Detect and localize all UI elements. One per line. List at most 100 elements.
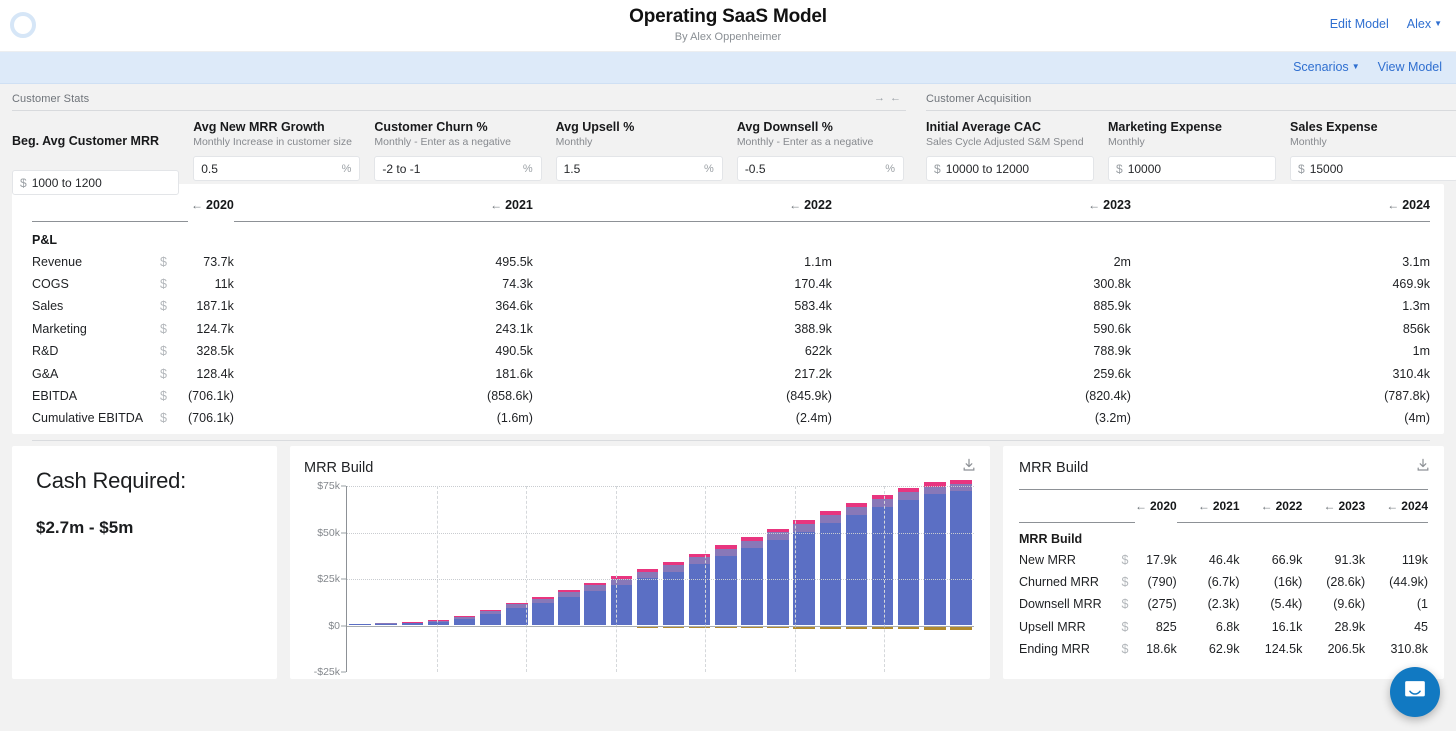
- pl-table-body: P&L Revenue $ 73.7k 495.5k 1.1m 2m 3.1m …: [32, 221, 1430, 430]
- table-row[interactable]: Upsell MRR $ 825 6.8k 16.1k 28.9k 45: [1019, 616, 1428, 638]
- user-menu-label: Alex: [1406, 17, 1432, 31]
- percent-suffix: %: [522, 162, 533, 175]
- mrr-table-title: MRR Build: [1019, 460, 1089, 476]
- edit-model-link[interactable]: Edit Model: [1330, 17, 1389, 31]
- table-row[interactable]: Churned MRR $ (790) (6.7k) (16k) (28.6k)…: [1019, 571, 1428, 593]
- currency-symbol: $: [160, 344, 167, 359]
- year-label: 2023: [1338, 498, 1366, 513]
- table-row[interactable]: Downsell MRR $ (275) (2.3k) (5.4k) (9.6k…: [1019, 593, 1428, 615]
- chart-bar-segment: [897, 499, 920, 626]
- left-arrow-icon: ←: [1197, 498, 1210, 513]
- cell-value: 825: [1155, 619, 1177, 634]
- mrr-build-chart[interactable]: $75k $50k $25k $0 -$25k: [304, 479, 976, 678]
- cell-value: (6.7k): [1207, 575, 1240, 590]
- chart-bar-segment: [845, 506, 868, 515]
- mrr-year-2021[interactable]: ← 2021: [1177, 489, 1240, 522]
- mrr-build-table-card: MRR Build ← 2020 ← 2021 ← 2022 ← 2023 ← …: [1003, 446, 1444, 679]
- cell-value: 119k: [1401, 553, 1428, 568]
- table-row[interactable]: COGS $ 11k 74.3k 170.4k 300.8k 469.9k: [32, 273, 1430, 295]
- cell-value: 788.9k: [1093, 344, 1131, 359]
- currency-symbol: $: [1121, 619, 1129, 634]
- cell-value: 181.6k: [495, 366, 533, 381]
- mrr-year-2022[interactable]: ← 2022: [1240, 489, 1303, 522]
- cell-value: 66.9k: [1271, 553, 1303, 568]
- year-label: 2022: [1275, 498, 1303, 513]
- row-label: R&D: [32, 344, 59, 359]
- cell-value: 885.9k: [1093, 299, 1131, 314]
- input-sales-expense[interactable]: $ 15000: [1290, 156, 1456, 181]
- cell-value: 74.3k: [502, 277, 533, 292]
- download-icon[interactable]: [1416, 458, 1430, 472]
- cell-value: 622k: [804, 344, 832, 359]
- download-icon[interactable]: [962, 458, 976, 472]
- input-initial-average-cac[interactable]: $ 10000 to 12000: [926, 156, 1094, 181]
- row-label: EBITDA: [32, 389, 78, 404]
- input-value: 10000: [1127, 161, 1162, 176]
- input-customer-churn[interactable]: -2 to -1 %: [374, 156, 542, 181]
- table-row[interactable]: New MRR $ 17.9k 46.4k 66.9k 91.3k 119k: [1019, 549, 1428, 571]
- cell-value: 1.1m: [804, 254, 832, 269]
- field-sublabel: [12, 150, 179, 163]
- chart-vgridline: [615, 486, 617, 672]
- chart-title: MRR Build: [304, 460, 374, 476]
- currency-symbol: $: [160, 366, 167, 381]
- table-row[interactable]: Cumulative EBITDA $ (706.1k) (1.6m) (2.4…: [32, 407, 1430, 429]
- row-label: Revenue: [32, 254, 83, 269]
- left-arrow-icon: ←: [1323, 498, 1336, 513]
- input-beg-avg-customer-mrr[interactable]: $ 1000 to 1200: [12, 170, 180, 195]
- scenarios-dropdown[interactable]: Scenarios ▼: [1293, 60, 1360, 74]
- table-row[interactable]: Sales $ 187.1k 364.6k 583.4k 885.9k 1.3m: [32, 295, 1430, 317]
- sub-toolbar: Scenarios ▼ View Model: [0, 52, 1456, 84]
- cell-value: (790): [1147, 575, 1177, 590]
- chart-bar-segment: [479, 613, 502, 626]
- table-row[interactable]: Revenue $ 73.7k 495.5k 1.1m 2m 3.1m: [32, 251, 1430, 273]
- collapse-arrows-icon[interactable]: → ←: [874, 92, 902, 104]
- user-menu[interactable]: Alex ▼: [1407, 17, 1442, 31]
- divider: [12, 110, 906, 111]
- table-row[interactable]: Marketing $ 124.7k 243.1k 388.9k 590.6k …: [32, 318, 1430, 340]
- table-row[interactable]: G&A $ 128.4k 181.6k 217.2k 259.6k 310.4k: [32, 362, 1430, 384]
- mrr-year-2023[interactable]: ← 2023: [1302, 489, 1365, 522]
- currency-symbol: $: [160, 299, 167, 314]
- mrr-year-2020[interactable]: ← 2020: [1135, 489, 1177, 522]
- cell-value: 2m: [1113, 254, 1131, 269]
- mrr-section-row: MRR Build: [1019, 523, 1428, 550]
- view-model-link[interactable]: View Model: [1378, 60, 1442, 74]
- chart-bar-segment: [584, 590, 606, 626]
- cell-value: 62.9k: [1208, 641, 1240, 656]
- inputs-section: Customer Stats → ← Beg. Avg Customer MRR…: [0, 84, 1456, 195]
- field-customer-churn: Customer Churn % Monthly - Enter as a ne…: [374, 120, 555, 195]
- input-avg-upsell[interactable]: 1.5 %: [555, 156, 723, 181]
- input-avg-downsell[interactable]: -0.5 %: [736, 156, 905, 181]
- cash-required-card: Cash Required: $2.7m - $5m: [12, 446, 277, 679]
- customer-acquisition-group: Customer Acquisition Initial Average CAC…: [918, 84, 1456, 181]
- table-row[interactable]: R&D $ 328.5k 490.5k 622k 788.9k 1m: [32, 340, 1430, 362]
- chart-y-tick-label: $25k: [317, 573, 340, 585]
- mrr-year-2024[interactable]: ← 2024: [1365, 489, 1428, 522]
- cell-value: 91.3k: [1334, 553, 1366, 568]
- cell-value: 328.5k: [196, 344, 234, 359]
- table-row[interactable]: Ending MRR $ 18.6k 62.9k 124.5k 206.5k 3…: [1019, 638, 1428, 660]
- row-label: Upsell MRR: [1019, 619, 1086, 634]
- ring-logo-icon[interactable]: [10, 12, 36, 38]
- chart-bar-segment: [767, 539, 789, 626]
- table-row[interactable]: EBITDA $ (706.1k) (858.6k) (845.9k) (820…: [32, 385, 1430, 407]
- row-label: Downsell MRR: [1019, 597, 1102, 612]
- field-sales-expense: Sales Expense Monthly $ 15000: [1290, 120, 1456, 181]
- percent-suffix: %: [341, 162, 352, 175]
- customer-stats-group: Customer Stats → ← Beg. Avg Customer MRR…: [0, 84, 918, 195]
- intercom-launcher[interactable]: [1390, 667, 1440, 717]
- pl-year-2024[interactable]: ← 2024: [1131, 190, 1430, 220]
- input-avg-new-mrr-growth[interactable]: 0.5 %: [193, 156, 361, 181]
- chart-vgridline: [436, 486, 438, 672]
- input-marketing-expense[interactable]: $ 10000: [1108, 156, 1276, 181]
- cell-value: (787.8k): [1384, 389, 1430, 404]
- field-avg-new-mrr-growth: Avg New MRR Growth Monthly Increase in c…: [193, 120, 374, 195]
- chart-bar-segment: [871, 507, 894, 626]
- input-value: -2 to -1: [382, 161, 421, 176]
- field-sublabel: Monthly: [1290, 136, 1327, 148]
- cell-value: 259.6k: [1093, 366, 1131, 381]
- cell-value: 310.8k: [1390, 641, 1428, 656]
- year-label: 2020: [206, 198, 234, 212]
- row-label: Marketing: [32, 321, 87, 336]
